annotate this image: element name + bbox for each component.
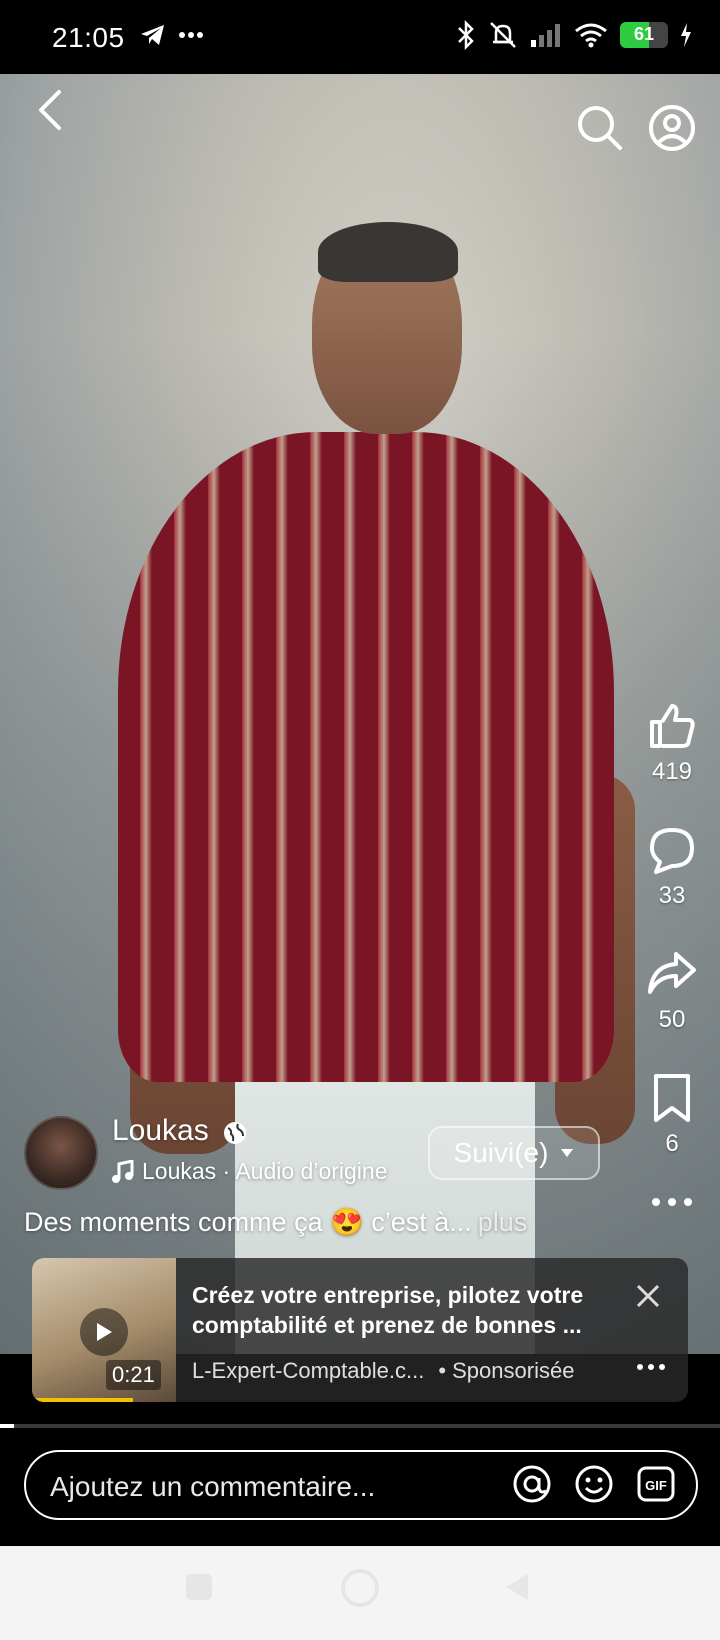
mute-icon: [490, 22, 516, 48]
ad-meta: L-Expert-Comptable.c... • Sponsorisée: [192, 1358, 574, 1384]
wifi-icon: [575, 23, 607, 48]
comment-count: 33: [658, 882, 686, 909]
save-action[interactable]: 6: [632, 1072, 712, 1158]
share-icon: [648, 952, 696, 994]
save-count: 6: [665, 1130, 679, 1157]
audio-info[interactable]: Loukas · Audio d’origine: [112, 1158, 388, 1185]
follow-label: Suivi(e): [453, 1137, 549, 1168]
author-name[interactable]: Loukas: [112, 1114, 209, 1148]
back-button[interactable]: [20, 80, 80, 140]
bookmark-icon: [654, 1074, 690, 1122]
follow-button[interactable]: Suivi(e): [428, 1126, 600, 1180]
music-note-icon: [112, 1159, 134, 1183]
video-caption[interactable]: Des moments comme ça 😍 c’est à... plus: [24, 1206, 604, 1238]
video-figure-hair: [318, 222, 458, 282]
back-nav-icon[interactable]: [502, 1572, 532, 1602]
svg-text:GIF: GIF: [645, 1478, 667, 1493]
play-icon: [97, 1323, 112, 1341]
ad-title[interactable]: Créez votre entreprise, pilotez votre co…: [192, 1280, 622, 1340]
globe-icon: [224, 1122, 246, 1144]
ad-play-button[interactable]: [80, 1308, 128, 1356]
ad-sponsored-label: • Sponsorisée: [438, 1358, 575, 1383]
comment-action[interactable]: 33: [632, 824, 712, 910]
avatar[interactable]: [24, 1116, 98, 1190]
battery-indicator: 61: [620, 22, 668, 48]
audio-label: Loukas · Audio d’origine: [142, 1158, 388, 1184]
video-figure-shirt: [118, 432, 614, 1082]
status-right-icons: 61: [456, 20, 692, 50]
comment-input-icons: GIF: [512, 1464, 676, 1504]
caption-text: Des moments comme ça 😍 c’est à...: [24, 1207, 472, 1237]
like-action[interactable]: 419: [632, 700, 712, 786]
close-icon[interactable]: [632, 1280, 664, 1312]
comment-placeholder: Ajoutez un commentaire...: [50, 1471, 376, 1502]
system-nav-bar: [0, 1546, 720, 1640]
more-options-button[interactable]: [632, 1196, 712, 1208]
caption-more-link[interactable]: plus: [478, 1207, 528, 1237]
comment-bar: Ajoutez un commentaire... GIF: [0, 1428, 720, 1546]
more-horizontal-icon: [652, 1198, 692, 1206]
bluetooth-icon: [458, 20, 474, 50]
telegram-icon: [141, 25, 164, 45]
ad-progress-bar: [32, 1398, 133, 1402]
profile-button[interactable]: [644, 100, 700, 156]
share-action[interactable]: 50: [632, 948, 712, 1034]
comment-input[interactable]: Ajoutez un commentaire... GIF: [24, 1450, 698, 1520]
search-button[interactable]: [572, 100, 628, 156]
emoji-icon[interactable]: [574, 1464, 614, 1504]
caret-down-icon: [561, 1149, 574, 1157]
status-time: 21:05: [52, 22, 125, 53]
profile-icon: [649, 105, 695, 151]
status-bar: 21:05 61: [0, 0, 720, 74]
battery-percent: 61: [633, 24, 655, 44]
home-icon[interactable]: [340, 1568, 380, 1608]
signal-icon: [531, 24, 560, 47]
mention-icon[interactable]: [512, 1464, 552, 1504]
sponsored-ad-card[interactable]: 0:21 Créez votre entreprise, pilotez vot…: [32, 1258, 688, 1402]
thumbs-up-icon: [650, 704, 695, 748]
more-notifications-icon: [179, 32, 203, 38]
ad-source[interactable]: L-Expert-Comptable.c...: [192, 1358, 424, 1384]
ad-more-icon[interactable]: [636, 1362, 666, 1372]
gif-icon[interactable]: GIF: [636, 1464, 676, 1504]
chevron-left-icon: [39, 90, 61, 130]
search-icon: [578, 106, 622, 150]
comment-icon: [650, 828, 694, 874]
status-left-icons: [140, 24, 204, 46]
recents-icon[interactable]: [184, 1572, 214, 1602]
like-count: 419: [651, 758, 693, 785]
charging-icon: [681, 23, 691, 47]
ad-duration: 0:21: [106, 1360, 161, 1390]
share-count: 50: [658, 1006, 686, 1033]
ad-thumbnail[interactable]: 0:21: [32, 1258, 176, 1402]
